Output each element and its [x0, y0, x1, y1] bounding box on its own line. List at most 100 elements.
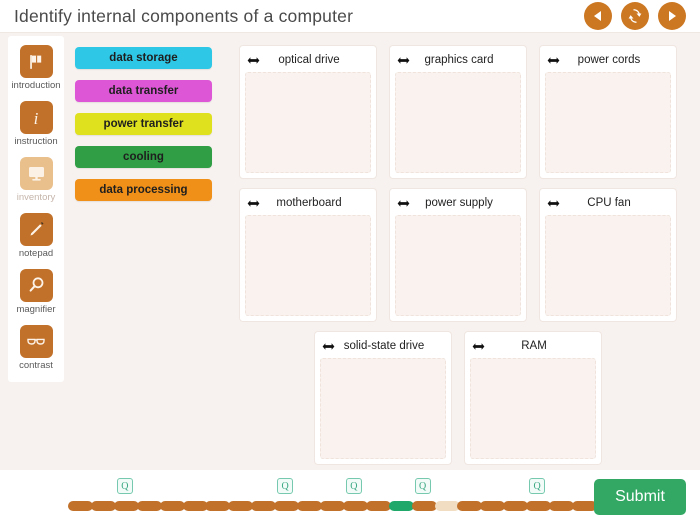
progress-segment[interactable] — [228, 478, 254, 516]
double-arrow-icon[interactable] — [397, 199, 413, 208]
sidebar-item-label: magnifier — [16, 304, 56, 315]
component-card[interactable]: motherboard — [239, 188, 377, 322]
magnifier-icon — [19, 269, 53, 302]
progress-segment[interactable] — [571, 478, 597, 516]
double-arrow-icon[interactable] — [547, 56, 563, 65]
monitor-icon — [19, 157, 53, 190]
submit-button[interactable]: Submit — [594, 479, 686, 515]
progress-segment[interactable] — [159, 478, 185, 516]
sidebar-item-inventory[interactable]: inventory — [10, 157, 62, 204]
category-chip[interactable]: data transfer — [75, 80, 212, 102]
progress-segment[interactable]: Q — [411, 478, 437, 516]
progress-segment[interactable] — [68, 478, 93, 516]
component-drop-zone[interactable] — [320, 358, 446, 459]
progress-segment[interactable] — [457, 478, 483, 516]
double-arrow-icon[interactable] — [322, 342, 338, 351]
progress-segment[interactable]: Q — [342, 478, 368, 516]
sidebar-item-introduction[interactable]: introduction — [10, 45, 62, 92]
progress-segment-bar — [136, 501, 162, 511]
sidebar-item-contrast[interactable]: contrast — [10, 325, 62, 372]
double-arrow-icon[interactable] — [247, 199, 263, 208]
double-arrow-icon[interactable] — [472, 342, 488, 351]
progress-segment[interactable] — [297, 478, 323, 516]
question-marker-icon: Q — [345, 478, 362, 494]
component-drop-zone[interactable] — [545, 72, 671, 173]
progress-segment-bar — [319, 501, 345, 511]
progress-segment[interactable] — [480, 478, 506, 516]
glasses-icon — [19, 325, 53, 358]
sidebar-item-instruction[interactable]: i instruction — [10, 101, 62, 148]
double-arrow-icon[interactable] — [397, 56, 413, 65]
progress-segment[interactable] — [434, 478, 460, 516]
info-icon: i — [19, 101, 53, 134]
double-arrow-icon[interactable] — [547, 199, 563, 208]
component-drop-zone[interactable] — [245, 72, 371, 173]
sidebar-item-magnifier[interactable]: magnifier — [10, 269, 62, 316]
component-card[interactable]: power cords — [539, 45, 677, 179]
double-arrow-icon[interactable] — [247, 56, 263, 65]
component-card-label: motherboard — [276, 197, 342, 209]
component-card[interactable]: optical drive — [239, 45, 377, 179]
reset-button[interactable] — [621, 2, 649, 30]
component-drop-zone[interactable] — [470, 358, 596, 459]
progress-segment-bar — [205, 501, 231, 511]
progress-segment[interactable] — [251, 478, 277, 516]
sidebar-item-label: introduction — [11, 80, 61, 91]
sidebar-item-notepad[interactable]: notepad — [10, 213, 62, 260]
progress-bar[interactable]: QQQQQ — [68, 476, 597, 516]
component-card[interactable]: power supply — [389, 188, 527, 322]
category-chip[interactable]: data processing — [75, 179, 212, 201]
triangle-right-icon — [665, 9, 679, 23]
sidebar-item-label: instruction — [14, 136, 58, 147]
component-card-label: optical drive — [278, 54, 340, 66]
progress-segment-bar — [526, 501, 552, 511]
category-chip[interactable]: power transfer — [75, 113, 212, 135]
sidebar-item-label: inventory — [16, 192, 56, 203]
component-card-label: power supply — [425, 197, 493, 209]
progress-segment[interactable] — [365, 478, 391, 516]
next-button[interactable] — [658, 2, 686, 30]
progress-segment[interactable] — [182, 478, 208, 516]
sidebar-item-label: notepad — [18, 248, 54, 259]
component-drop-zone[interactable] — [545, 215, 671, 316]
progress-segment[interactable] — [388, 478, 414, 516]
progress-segment[interactable] — [90, 478, 116, 516]
component-card[interactable]: CPU fan — [539, 188, 677, 322]
progress-segment-bar — [342, 501, 368, 511]
page-title: Identify internal components of a comput… — [14, 5, 354, 26]
category-chip[interactable]: cooling — [75, 146, 212, 168]
progress-segment-bar — [274, 501, 300, 511]
triangle-left-icon — [591, 9, 605, 23]
component-drop-zone[interactable] — [395, 215, 521, 316]
component-card[interactable]: solid-state drive — [314, 331, 452, 465]
progress-segment-bar — [434, 501, 460, 511]
progress-segment[interactable] — [205, 478, 231, 516]
progress-segment[interactable] — [503, 478, 529, 516]
previous-button[interactable] — [584, 2, 612, 30]
component-card[interactable]: RAM — [464, 331, 602, 465]
progress-segment[interactable]: Q — [113, 478, 139, 516]
component-card-header: motherboard — [245, 194, 371, 212]
svg-text:i: i — [34, 109, 39, 128]
component-drop-zone[interactable] — [245, 215, 371, 316]
component-card[interactable]: graphics card — [389, 45, 527, 179]
component-card-label: solid-state drive — [343, 340, 425, 352]
progress-segment[interactable] — [319, 478, 345, 516]
progress-segment-bar — [503, 501, 529, 511]
refresh-icon — [627, 8, 643, 24]
progress-segment-bar — [549, 501, 575, 511]
component-card-header: power supply — [395, 194, 521, 212]
progress-segment[interactable] — [549, 478, 575, 516]
question-marker-icon: Q — [116, 478, 133, 494]
component-card-label: CPU fan — [587, 197, 631, 209]
component-card-header: RAM — [470, 337, 596, 355]
progress-segment[interactable]: Q — [526, 478, 552, 516]
category-chip[interactable]: data storage — [75, 47, 212, 69]
app-header: Identify internal components of a comput… — [0, 0, 700, 33]
question-marker-icon: Q — [529, 478, 546, 494]
progress-segment[interactable]: Q — [274, 478, 300, 516]
progress-segment-bar — [159, 501, 185, 511]
component-drop-zone[interactable] — [395, 72, 521, 173]
component-card-label: graphics card — [424, 54, 494, 66]
progress-segment[interactable] — [136, 478, 162, 516]
